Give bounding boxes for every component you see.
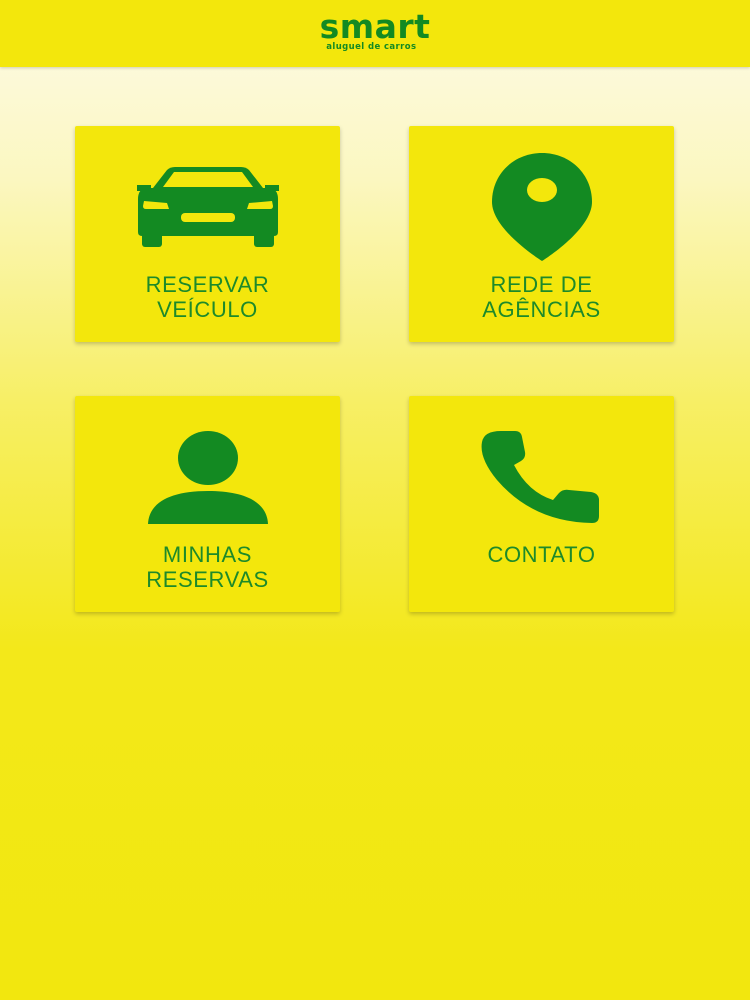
contact-button[interactable]: CONTATO <box>409 396 674 612</box>
map-pin-icon <box>409 152 674 262</box>
logo-tagline: aluguel de carros <box>326 41 417 52</box>
phone-icon <box>409 430 674 524</box>
car-icon <box>75 166 340 248</box>
agency-network-label: REDE DE AGÊNCIAS <box>409 272 674 322</box>
my-reservations-button[interactable]: MINHAS RESERVAS <box>75 396 340 612</box>
reserve-vehicle-label-line1: RESERVAR <box>145 272 270 297</box>
my-reservations-label-line2: RESERVAS <box>146 567 269 592</box>
reserve-vehicle-label: RESERVAR VEÍCULO <box>75 272 340 322</box>
agency-network-label-line2: AGÊNCIAS <box>482 297 601 322</box>
smart-logo[interactable]: smart aluguel de carros <box>319 6 431 52</box>
agency-network-label-line1: REDE DE <box>490 272 593 297</box>
contact-label-line1: CONTATO <box>487 542 596 567</box>
my-reservations-label: MINHAS RESERVAS <box>75 542 340 592</box>
my-reservations-label-line1: MINHAS <box>162 542 253 567</box>
reserve-vehicle-button[interactable]: RESERVAR VEÍCULO <box>75 126 340 342</box>
reserve-vehicle-label-line2: VEÍCULO <box>157 297 258 322</box>
contact-label: CONTATO <box>409 542 674 567</box>
app-header: smart aluguel de carros <box>0 0 750 67</box>
agency-network-button[interactable]: REDE DE AGÊNCIAS <box>409 126 674 342</box>
logo-wordmark: smart <box>319 6 431 46</box>
person-icon <box>75 430 340 526</box>
